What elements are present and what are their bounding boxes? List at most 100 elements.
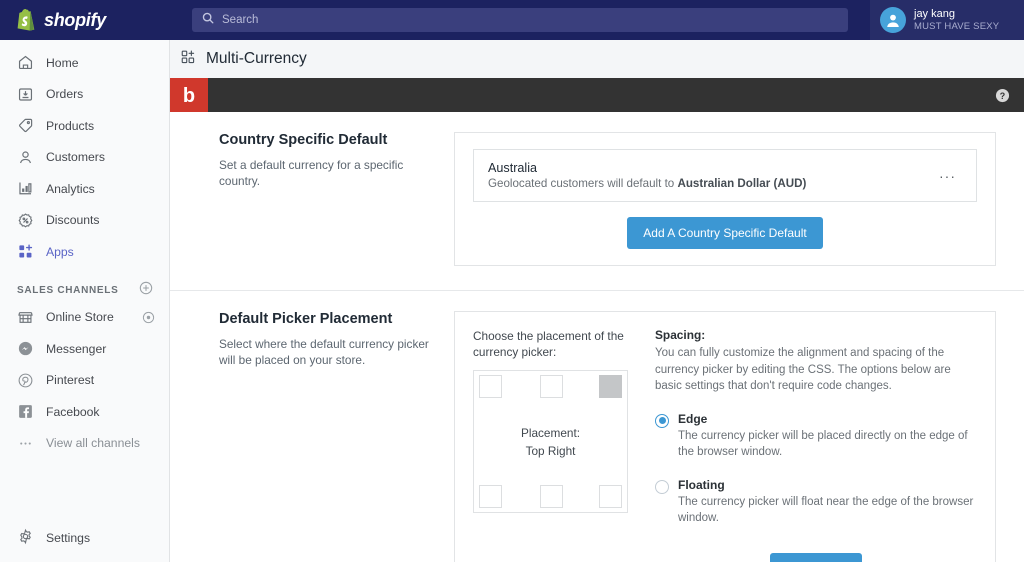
sidebar: Home Orders Products xyxy=(0,40,170,562)
sales-channels-title: SALES CHANNELS xyxy=(17,285,118,296)
page-header: Multi-Currency xyxy=(170,40,1024,78)
app-toolbar: b ? xyxy=(170,78,1024,112)
shopify-admin-window: shopify Search jay ka xyxy=(0,0,1024,562)
settings-content: Country Specific Default Set a default c… xyxy=(170,112,1024,562)
country-row[interactable]: Australia Geolocated customers will defa… xyxy=(473,149,977,202)
ellipsis-icon xyxy=(17,435,34,452)
messenger-icon xyxy=(17,340,34,357)
placement-cell-top-left[interactable] xyxy=(479,375,502,398)
sidebar-item-label: Home xyxy=(46,56,79,70)
section-title: Country Specific Default xyxy=(219,132,436,148)
sidebar-item-label: Orders xyxy=(46,87,83,101)
placement-columns: Choose the placement of the currency pic… xyxy=(473,328,977,562)
sidebar-item-facebook[interactable]: Facebook xyxy=(0,400,169,423)
app-logo: b xyxy=(170,78,208,112)
placement-cell-bottom-right[interactable] xyxy=(599,485,622,508)
gear-icon xyxy=(17,528,34,548)
sidebar-item-apps[interactable]: Apps xyxy=(0,240,169,263)
sidebar-item-view-all-channels[interactable]: View all channels xyxy=(0,432,169,455)
search-input[interactable]: Search xyxy=(192,8,848,32)
sidebar-item-orders[interactable]: Orders xyxy=(0,83,169,106)
sidebar-item-analytics[interactable]: Analytics xyxy=(0,177,169,200)
primary-nav: Home Orders Products xyxy=(0,40,169,263)
placement-readout: Placement: Top Right xyxy=(474,424,627,460)
sidebar-item-label: View all channels xyxy=(46,436,140,450)
sidebar-item-messenger[interactable]: Messenger xyxy=(0,337,169,360)
svg-text:b: b xyxy=(183,85,195,107)
sidebar-item-label: Online Store xyxy=(46,310,114,324)
section-description: Select where the default currency picker… xyxy=(219,336,436,368)
placement-cell-top-right[interactable] xyxy=(599,375,622,398)
placement-readout-label: Placement: xyxy=(474,424,627,442)
section-intro: Default Picker Placement Select where th… xyxy=(219,311,454,562)
storefront-icon xyxy=(17,309,34,326)
country-card: Australia Geolocated customers will defa… xyxy=(454,132,996,266)
add-country-row: Add A Country Specific Default xyxy=(473,217,977,249)
sidebar-item-discounts[interactable]: Discounts xyxy=(0,209,169,232)
sidebar-item-settings[interactable]: Settings xyxy=(0,526,170,550)
spacing-panel: Spacing: You can fully customize the ali… xyxy=(655,328,977,562)
save-button[interactable]: Save xyxy=(770,553,861,562)
default-picker-placement-section: Default Picker Placement Select where th… xyxy=(170,290,1024,562)
store-name: MUST HAVE SEXY xyxy=(914,21,999,33)
sales-channels-header: SALES CHANNELS xyxy=(0,272,169,306)
svg-text:?: ? xyxy=(1000,90,1005,100)
apps-icon xyxy=(17,243,34,260)
plus-circle-icon[interactable] xyxy=(139,281,153,300)
spacing-option-edge-text: Edge The currency picker will be placed … xyxy=(678,412,977,461)
spacing-option-edge[interactable]: Edge The currency picker will be placed … xyxy=(655,412,977,461)
option-description: The currency picker will float near the … xyxy=(678,494,977,527)
help-circle-icon[interactable]: ? xyxy=(995,88,1010,103)
search-placeholder: Search xyxy=(222,14,258,26)
section-title: Default Picker Placement xyxy=(219,311,436,327)
sidebar-item-label: Discounts xyxy=(46,213,100,227)
bar-chart-icon xyxy=(17,180,34,197)
spacing-option-floating-text: Floating The currency picker will float … xyxy=(678,478,977,527)
spacing-option-floating[interactable]: Floating The currency picker will float … xyxy=(655,478,977,527)
sidebar-item-products[interactable]: Products xyxy=(0,114,169,137)
sidebar-item-pinterest[interactable]: Pinterest xyxy=(0,369,169,392)
home-icon xyxy=(17,54,34,71)
radio-edge[interactable] xyxy=(655,414,669,428)
orders-icon xyxy=(17,86,34,103)
sidebar-item-label: Analytics xyxy=(46,182,95,196)
eye-icon[interactable] xyxy=(142,311,155,324)
placement-cell-bottom-left[interactable] xyxy=(479,485,502,508)
ellipsis-icon[interactable]: ··· xyxy=(933,168,962,184)
sidebar-item-home[interactable]: Home xyxy=(0,51,169,74)
sidebar-item-label: Messenger xyxy=(46,342,106,356)
page-title: Multi-Currency xyxy=(206,50,307,68)
country-detail: Geolocated customers will default to Aus… xyxy=(488,177,806,190)
placement-choose-label: Choose the placement of the currency pic… xyxy=(473,328,633,360)
user-menu[interactable]: jay kang MUST HAVE SEXY xyxy=(870,0,1024,40)
apps-icon xyxy=(180,49,196,70)
save-row: Save xyxy=(655,553,977,562)
option-label: Edge xyxy=(678,412,977,427)
radio-floating[interactable] xyxy=(655,480,669,494)
placement-cell-bottom-center[interactable] xyxy=(540,485,563,508)
placement-grid: Placement: Top Right xyxy=(473,370,628,513)
pinterest-icon xyxy=(17,372,34,389)
placement-chooser: Choose the placement of the currency pic… xyxy=(473,328,633,562)
placement-card: Choose the placement of the currency pic… xyxy=(454,311,996,562)
brand-name: shopify xyxy=(44,10,106,31)
user-name: jay kang xyxy=(914,8,999,21)
add-country-specific-default-button[interactable]: Add A Country Specific Default xyxy=(627,217,822,249)
sidebar-item-label: Settings xyxy=(46,531,90,545)
spacing-description: You can fully customize the alignment an… xyxy=(655,345,977,395)
sidebar-item-label: Pinterest xyxy=(46,373,94,387)
sidebar-item-online-store[interactable]: Online Store xyxy=(0,306,169,329)
facebook-icon xyxy=(17,403,34,420)
top-bar: shopify Search jay ka xyxy=(0,0,1024,40)
option-label: Floating xyxy=(678,478,977,493)
person-icon xyxy=(17,149,34,166)
country-detail-prefix: Geolocated customers will default to xyxy=(488,177,677,190)
section-description: Set a default currency for a specific co… xyxy=(219,157,436,189)
sidebar-item-customers[interactable]: Customers xyxy=(0,146,169,169)
sidebar-item-label: Products xyxy=(46,119,94,133)
shopify-brand[interactable]: shopify xyxy=(0,0,170,40)
section-intro: Country Specific Default Set a default c… xyxy=(219,132,454,266)
placement-cell-top-center[interactable] xyxy=(540,375,563,398)
avatar xyxy=(880,7,906,33)
option-description: The currency picker will be placed direc… xyxy=(678,428,977,461)
